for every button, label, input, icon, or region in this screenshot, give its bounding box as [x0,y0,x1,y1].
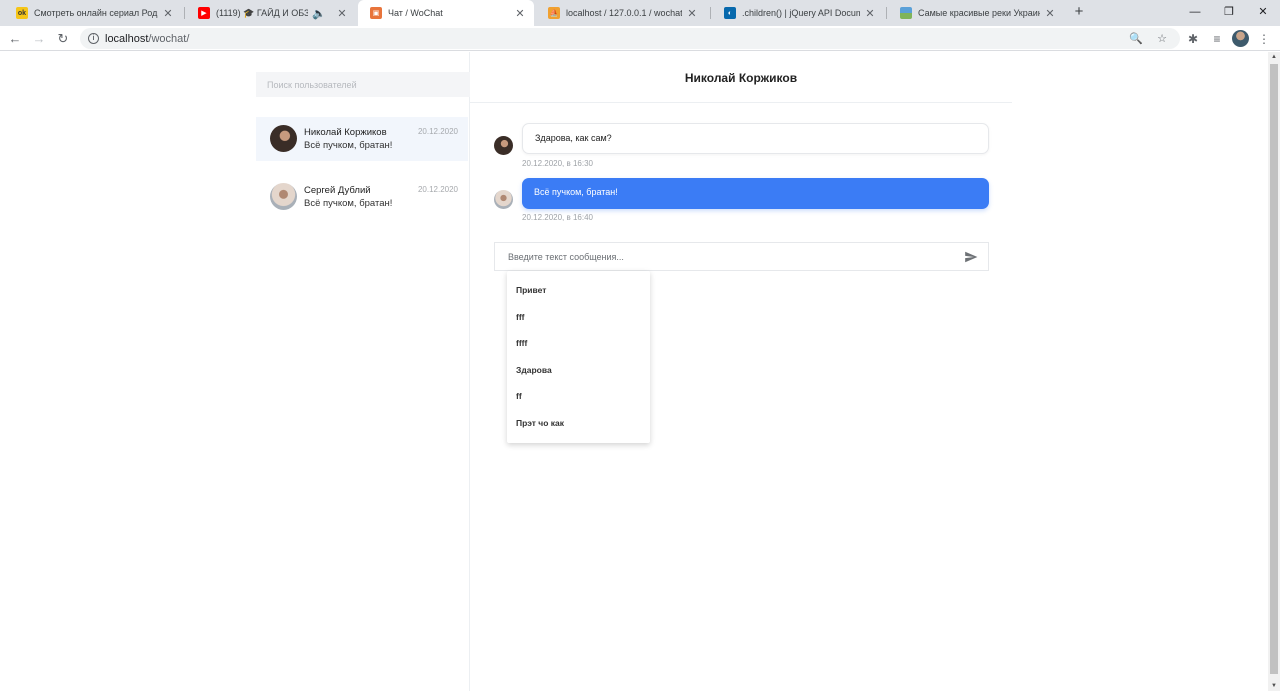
message-bubble: Здарова, как сам? [522,123,989,154]
chat-title: Николай Коржиков [470,52,1012,103]
site-favicon-icon: ok [16,7,28,19]
avatar [270,183,297,210]
dialog-name: Николай Коржиков [304,127,387,138]
scroll-up-icon[interactable]: ▲ [1268,52,1280,62]
dialog-date: 20.12.2020 [417,127,458,136]
chat-panel: Николай Коржиков Здарова, как сам? 20.12… [470,52,1012,691]
landscape-icon [900,7,912,19]
minimize-icon[interactable]: — [1178,0,1212,24]
dialog-item[interactable]: Николай Коржиков Всё пучком, братан! 20.… [256,117,468,161]
autocomplete-dropdown: Привет fff ffff Здарова ff Прэт чо как [507,271,650,443]
dialog-name: Сергей Дублий [304,185,371,196]
page-viewport: Николай Коржиков Всё пучком, братан! 20.… [0,52,1268,691]
send-icon[interactable] [964,250,978,264]
avatar [270,125,297,152]
tab-divider [710,7,711,19]
close-tab-icon[interactable]: ✕ [686,7,698,20]
tab-title: (1119) 🎓 ГАЙД И ОБЗОР Д [216,7,309,18]
suggestion-item[interactable]: Здарова [507,357,650,384]
suggestion-item[interactable]: ffff [507,330,650,357]
message-composer [494,242,989,271]
browser-tab[interactable]: ⛵ localhost / 127.0.0.1 / wochat / u ✕ [536,0,706,26]
close-window-icon[interactable]: ✕ [1246,0,1280,24]
avatar [494,136,513,155]
tab-divider [886,7,887,19]
back-icon[interactable]: ← [6,30,24,48]
extensions-icon[interactable]: ✱ [1184,30,1202,48]
wochat-icon: ▣ [370,7,382,19]
suggestion-item[interactable]: Привет [507,277,650,304]
suggestion-item[interactable]: fff [507,304,650,331]
phpmyadmin-icon: ⛵ [548,7,560,19]
dialogs-sidebar: Николай Коржиков Всё пучком, братан! 20.… [256,52,470,691]
zoom-search-icon[interactable]: 🔍 [1128,31,1144,47]
message-time: 20.12.2020, в 16:30 [522,159,593,168]
message-bubble: Всё пучком, братан! [522,178,989,209]
bookmark-star-icon[interactable]: ☆ [1154,31,1170,47]
address-bar[interactable]: i localhost/wochat/ 🔍 ☆ [80,28,1180,49]
dialog-item[interactable]: Сергей Дублий Всё пучком, братан! 20.12.… [256,175,468,219]
url-text: localhost/wochat/ [105,32,190,45]
message-time: 20.12.2020, в 16:40 [522,213,593,222]
tab-divider [184,7,185,19]
close-tab-icon[interactable]: ✕ [162,7,174,20]
dialog-last-message: Всё пучком, братан! [304,140,393,151]
reload-icon[interactable]: ↻ [54,30,72,48]
youtube-icon: ▶ [198,7,210,19]
scroll-down-icon[interactable]: ▼ [1268,681,1280,691]
browser-tab[interactable]: ok Смотреть онлайн сериал Родко ✕ [4,0,182,26]
browser-tab[interactable]: ▶ (1119) 🎓 ГАЙД И ОБЗОР Д 🔈 ✕ [186,0,356,26]
forward-icon[interactable]: → [30,30,48,48]
tab-title: Чат / WoChat [388,8,443,18]
site-info-icon[interactable]: i [88,33,99,44]
dialog-last-message: Всё пучком, братан! [304,198,393,209]
new-tab-button[interactable]: + [1070,3,1088,21]
tab-title: Самые красивые реки Украины [918,8,1040,18]
audio-playing-icon[interactable]: 🔈 [312,7,326,20]
user-search-input[interactable] [256,72,470,97]
close-tab-icon[interactable]: ✕ [514,7,526,20]
menu-kebab-icon[interactable]: ⋮ [1255,30,1273,48]
dialog-date: 20.12.2020 [417,185,458,194]
browser-tab-active[interactable]: ▣ Чат / WoChat ✕ [358,0,534,26]
browser-tab-strip: ok Смотреть онлайн сериал Родко ✕ ▶ (111… [0,0,1280,26]
suggestion-item[interactable]: ff [507,383,650,410]
close-tab-icon[interactable]: ✕ [1044,7,1056,20]
scrollbar-thumb[interactable] [1270,64,1278,674]
browser-toolbar: ← → ↻ i localhost/wochat/ 🔍 ☆ [0,26,1280,51]
media-queue-icon[interactable]: ≡ [1208,30,1226,48]
tab-title: Смотреть онлайн сериал Родко [34,8,158,18]
close-tab-icon[interactable]: ✕ [864,7,876,20]
close-tab-icon[interactable]: ✕ [336,7,348,20]
profile-avatar[interactable] [1232,30,1249,47]
tab-title: localhost / 127.0.0.1 / wochat / u [566,8,682,18]
page-scrollbar[interactable]: ▲ ▼ [1268,52,1280,691]
browser-tab[interactable]: ◐ .children() | jQuery API Document ✕ [712,0,884,26]
restore-icon[interactable]: ❐ [1212,0,1246,24]
tab-title: .children() | jQuery API Document [742,8,860,18]
suggestion-item[interactable]: Прэт чо как [507,410,650,437]
browser-tab[interactable]: Самые красивые реки Украины ✕ [888,0,1064,26]
avatar [494,190,513,209]
jquery-icon: ◐ [724,7,736,19]
message-input[interactable] [495,243,955,270]
